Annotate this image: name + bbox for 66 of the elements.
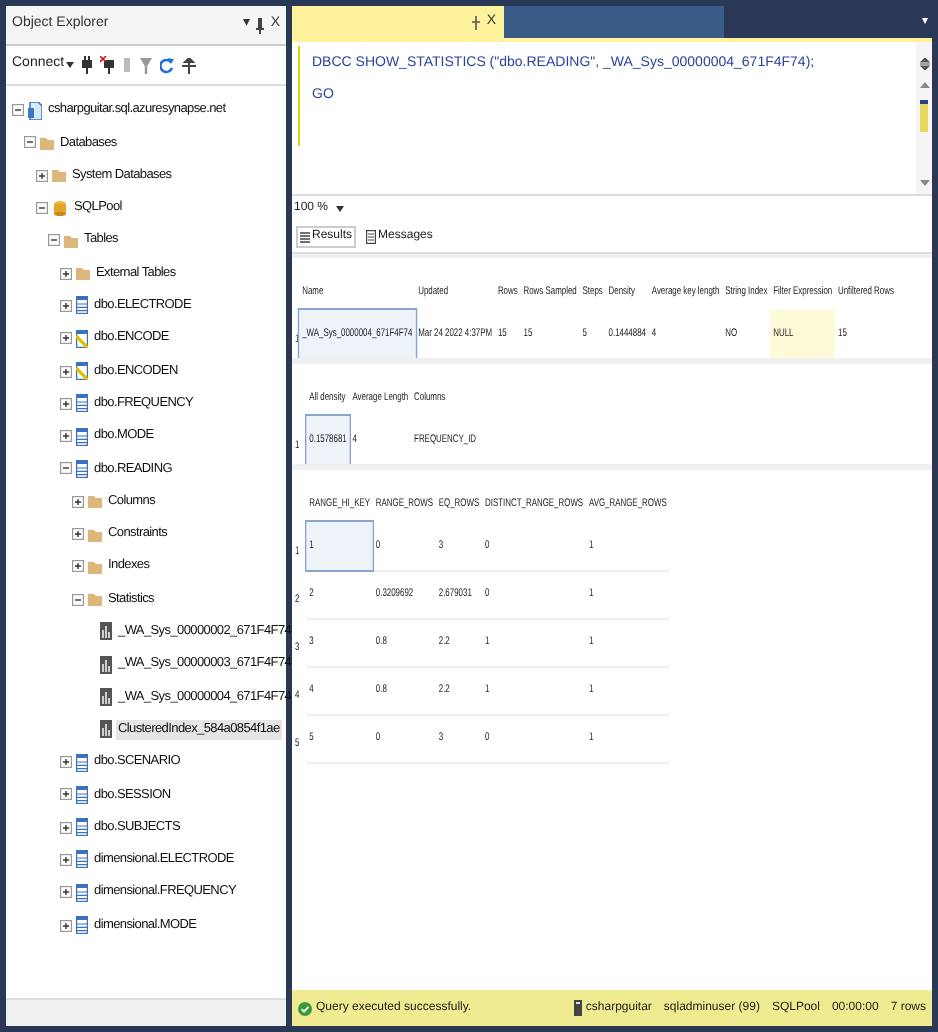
table-icon xyxy=(76,850,88,869)
refresh-icon[interactable] xyxy=(160,57,175,73)
expand-icon[interactable] xyxy=(72,495,84,508)
up-arrow-icon[interactable] xyxy=(919,82,929,88)
server-icon xyxy=(573,1000,582,1016)
table-icon xyxy=(76,818,88,837)
scroll-thumb[interactable] xyxy=(920,100,928,132)
expand-icon[interactable] xyxy=(72,528,84,540)
plug-icon[interactable] xyxy=(82,56,93,74)
expand-icon[interactable] xyxy=(60,919,72,932)
table-icon xyxy=(76,394,88,413)
expand-icon[interactable] xyxy=(60,821,72,834)
expand-icon[interactable] xyxy=(60,430,72,443)
down-arrow-icon[interactable] xyxy=(919,180,929,186)
table-icon xyxy=(76,916,88,935)
chart-icon xyxy=(100,622,112,641)
database-icon xyxy=(52,200,68,217)
folder-icon xyxy=(88,592,102,607)
pin-icon[interactable] xyxy=(472,15,481,29)
folder-icon xyxy=(88,494,102,509)
expand-icon[interactable] xyxy=(60,853,72,866)
expand-icon[interactable] xyxy=(60,267,72,280)
collapse-icon[interactable] xyxy=(36,202,48,215)
expand-icon[interactable] xyxy=(60,332,72,345)
pin-icon[interactable] xyxy=(256,17,265,33)
caret-icon[interactable] xyxy=(336,206,345,212)
collapse-icon[interactable] xyxy=(12,104,24,117)
table-icon xyxy=(76,785,88,804)
table-icon xyxy=(76,753,88,772)
collapse-icon[interactable] xyxy=(24,136,36,149)
table-icon xyxy=(76,296,88,315)
expand-icon[interactable] xyxy=(60,886,72,899)
folder-icon xyxy=(52,168,66,183)
table-icon xyxy=(76,459,88,478)
folder-icon xyxy=(88,559,102,574)
expand-icon[interactable] xyxy=(60,397,72,410)
collapse-icon[interactable] xyxy=(48,234,60,247)
collapse-icon[interactable] xyxy=(72,593,84,606)
horizontal-scrollbar[interactable] xyxy=(6,998,286,1026)
expand-icon[interactable] xyxy=(60,299,72,312)
vertical-scrollbar[interactable] xyxy=(916,42,932,194)
expand-icon[interactable] xyxy=(36,169,48,182)
chart-icon xyxy=(100,655,112,674)
table-icon xyxy=(76,883,88,902)
check-circle-icon xyxy=(298,1001,312,1015)
expand-icon[interactable] xyxy=(60,365,72,378)
expand-icon[interactable] xyxy=(60,788,72,801)
collapse-icon[interactable] xyxy=(60,462,72,475)
table-icon xyxy=(76,427,88,446)
grid-icon xyxy=(300,231,310,243)
folder-icon xyxy=(40,135,54,150)
table-icon xyxy=(76,362,88,381)
expand-icon[interactable] xyxy=(72,560,84,573)
split-icon[interactable] xyxy=(919,58,929,70)
disconnect-icon[interactable] xyxy=(100,56,115,74)
server-icon xyxy=(28,101,42,120)
folder-icon xyxy=(88,527,102,541)
folder-icon xyxy=(76,266,90,281)
chart-icon xyxy=(100,687,112,706)
document-icon xyxy=(366,230,377,244)
folder-icon xyxy=(64,233,78,248)
filter-icon[interactable] xyxy=(140,57,153,73)
chart-icon xyxy=(100,720,112,739)
table-icon xyxy=(76,329,88,348)
expand-icon[interactable] xyxy=(60,756,72,769)
caret-icon[interactable] xyxy=(66,62,75,68)
